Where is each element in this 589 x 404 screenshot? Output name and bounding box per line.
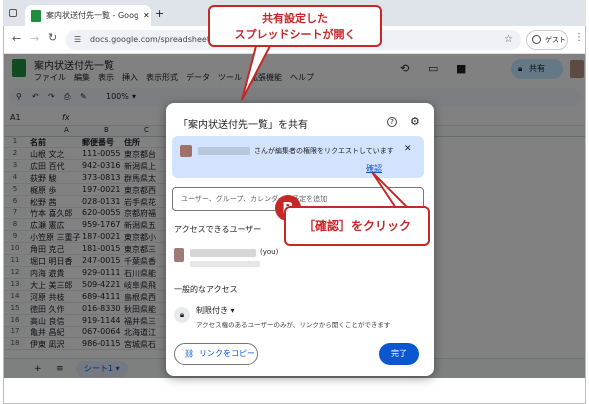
requester-name-blur bbox=[198, 147, 250, 155]
requester-avatar bbox=[180, 145, 192, 157]
user-avatar bbox=[174, 248, 184, 262]
top-callout-line1: 共有設定した bbox=[262, 12, 328, 25]
guest-icon bbox=[532, 35, 541, 44]
lock-icon: 🔒︎ bbox=[174, 307, 190, 323]
profile-label: ゲスト bbox=[545, 36, 566, 44]
top-callout-pointer bbox=[241, 45, 272, 101]
star-icon[interactable]: ☆ bbox=[504, 30, 513, 50]
restricted-description: アクセス権のあるユーザーのみが、リンクから開くことができます bbox=[196, 321, 391, 329]
copy-link-label: リンクをコピー bbox=[199, 349, 255, 358]
url-text: docs.google.com/spreadsheets/d/ bbox=[90, 35, 225, 44]
profile-button[interactable]: ゲスト bbox=[526, 30, 568, 50]
click-callout-pointer bbox=[371, 171, 410, 209]
settings-icon[interactable]: ⚙ bbox=[410, 115, 420, 128]
user-suffix: (you) bbox=[260, 248, 279, 256]
top-callout-line2: スプレッドシートが開く bbox=[234, 28, 356, 41]
user-email-blur bbox=[190, 261, 260, 267]
help-icon[interactable]: ? bbox=[387, 117, 397, 127]
menu-icon[interactable]: ⋮ bbox=[574, 32, 584, 43]
general-access-heading: 一般的なアクセス bbox=[174, 285, 238, 294]
back-icon[interactable]: ← bbox=[12, 32, 21, 45]
add-people-placeholder: ユーザー、グループ、カレンダーの予定を追加 bbox=[181, 195, 328, 203]
click-callout: ［確認］をクリック bbox=[284, 206, 430, 246]
copy-link-button[interactable]: ⛓ リンクをコピー bbox=[174, 343, 258, 365]
top-callout: 共有設定した スプレッドシートが開く bbox=[208, 5, 382, 47]
new-tab-button[interactable]: + bbox=[155, 7, 164, 20]
browser-tab[interactable]: 案内状送付先一覧 - Google スプ ✕ bbox=[25, 5, 151, 26]
close-icon[interactable]: ✕ bbox=[143, 11, 150, 20]
user-name-blur bbox=[190, 249, 256, 257]
link-icon: ⛓ bbox=[184, 349, 195, 358]
tab-list-icon[interactable] bbox=[9, 9, 17, 17]
reload-icon[interactable]: ↻ bbox=[48, 31, 57, 44]
dialog-title: 「案内状送付先一覧」を共有 bbox=[178, 120, 308, 131]
request-text: さんが編集者の権限をリクエストしています bbox=[254, 147, 394, 155]
restricted-label: 制限付き bbox=[196, 306, 228, 315]
site-info-icon[interactable]: ☰ bbox=[74, 30, 81, 50]
restricted-select[interactable]: 制限付き ▾ bbox=[196, 305, 235, 316]
access-heading: アクセスできるユーザー bbox=[174, 225, 262, 234]
sheets-icon bbox=[31, 9, 41, 22]
forward-icon[interactable]: → bbox=[30, 32, 39, 45]
close-icon[interactable]: ✕ bbox=[404, 144, 412, 154]
tab-title: 案内状送付先一覧 - Google スプ bbox=[46, 11, 138, 20]
done-button[interactable]: 完了 bbox=[379, 343, 419, 365]
